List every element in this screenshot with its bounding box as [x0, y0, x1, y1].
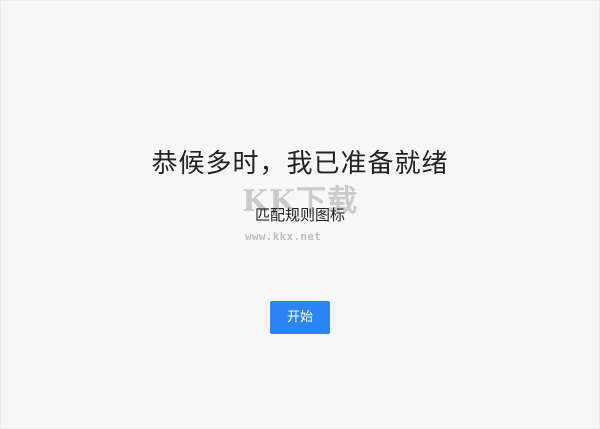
start-button[interactable]: 开始	[270, 301, 330, 334]
welcome-headline: 恭候多时，我已准备就绪	[151, 149, 449, 179]
subtitle-text: 匹配规则图标	[254, 206, 345, 224]
